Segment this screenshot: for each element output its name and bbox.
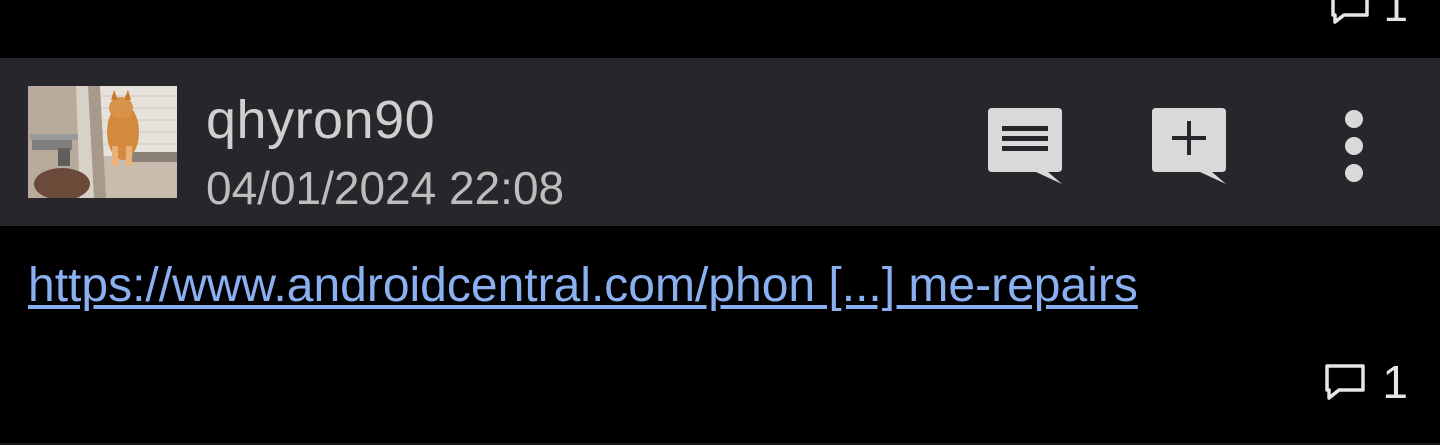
more-options-button[interactable]: [1334, 108, 1374, 184]
user-avatar-kitten: [28, 86, 177, 198]
previous-post-footer: 1: [0, 0, 1440, 58]
previous-reply-count-label: 1: [1383, 0, 1408, 31]
more-vert-icon: [1345, 110, 1363, 182]
username[interactable]: qhyron90: [206, 88, 435, 152]
post-body: https://www.androidcentral.com/phon [...…: [0, 226, 1440, 445]
previous-reply-count[interactable]: 1: [1330, 0, 1408, 32]
reply-count[interactable]: 1: [1324, 354, 1408, 410]
comments-list-icon: [988, 108, 1062, 184]
post-timestamp: 04/01/2024 22:08: [206, 162, 565, 214]
add-comment-button[interactable]: [1150, 106, 1230, 186]
comment-icon: [1325, 364, 1366, 400]
avatar[interactable]: [28, 86, 177, 198]
view-comments-button[interactable]: [986, 106, 1066, 186]
comment-icon: [1330, 0, 1369, 24]
post-link[interactable]: https://www.androidcentral.com/phon [...…: [28, 256, 1138, 316]
reply-count-label: 1: [1382, 356, 1408, 408]
add-comment-icon: [1152, 108, 1226, 184]
post-header: qhyron90 04/01/2024 22:08: [0, 58, 1440, 226]
